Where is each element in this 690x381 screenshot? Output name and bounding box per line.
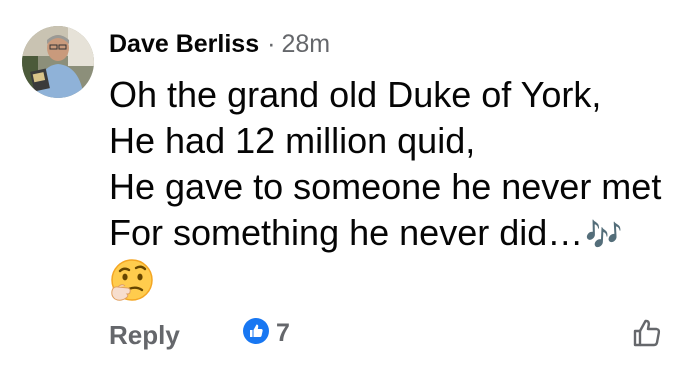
- reaction-summary[interactable]: 7: [242, 317, 290, 349]
- comment-text: Oh the grand old Duke of York, He had 12…: [109, 72, 679, 256]
- comment-line: He had 12 million quid,: [109, 120, 476, 161]
- avatar[interactable]: [22, 26, 94, 98]
- timestamp[interactable]: 28m: [281, 30, 330, 59]
- thumbs-up-outline-icon: [630, 319, 664, 353]
- comment-line: Oh the grand old Duke of York,: [109, 74, 602, 115]
- comment-line: He gave to someone he never met: [109, 166, 662, 207]
- music-notes-emoji: 🎶: [585, 219, 623, 252]
- like-button[interactable]: [630, 316, 664, 350]
- reply-button[interactable]: Reply: [109, 320, 180, 351]
- comment-actions: Reply 7: [0, 312, 690, 358]
- like-badge-icon: [242, 317, 270, 350]
- comment-line: For something he never did…: [109, 212, 584, 253]
- comment-line-last: For something he never did…🎶: [109, 210, 679, 256]
- thinking-face-icon: [106, 258, 154, 306]
- reaction-count: 7: [276, 318, 290, 347]
- avatar-photo: [22, 26, 94, 98]
- comment-header: Dave Berliss · 28m: [109, 27, 330, 61]
- author-name[interactable]: Dave Berliss: [109, 30, 259, 59]
- dot-separator: ·: [267, 29, 276, 58]
